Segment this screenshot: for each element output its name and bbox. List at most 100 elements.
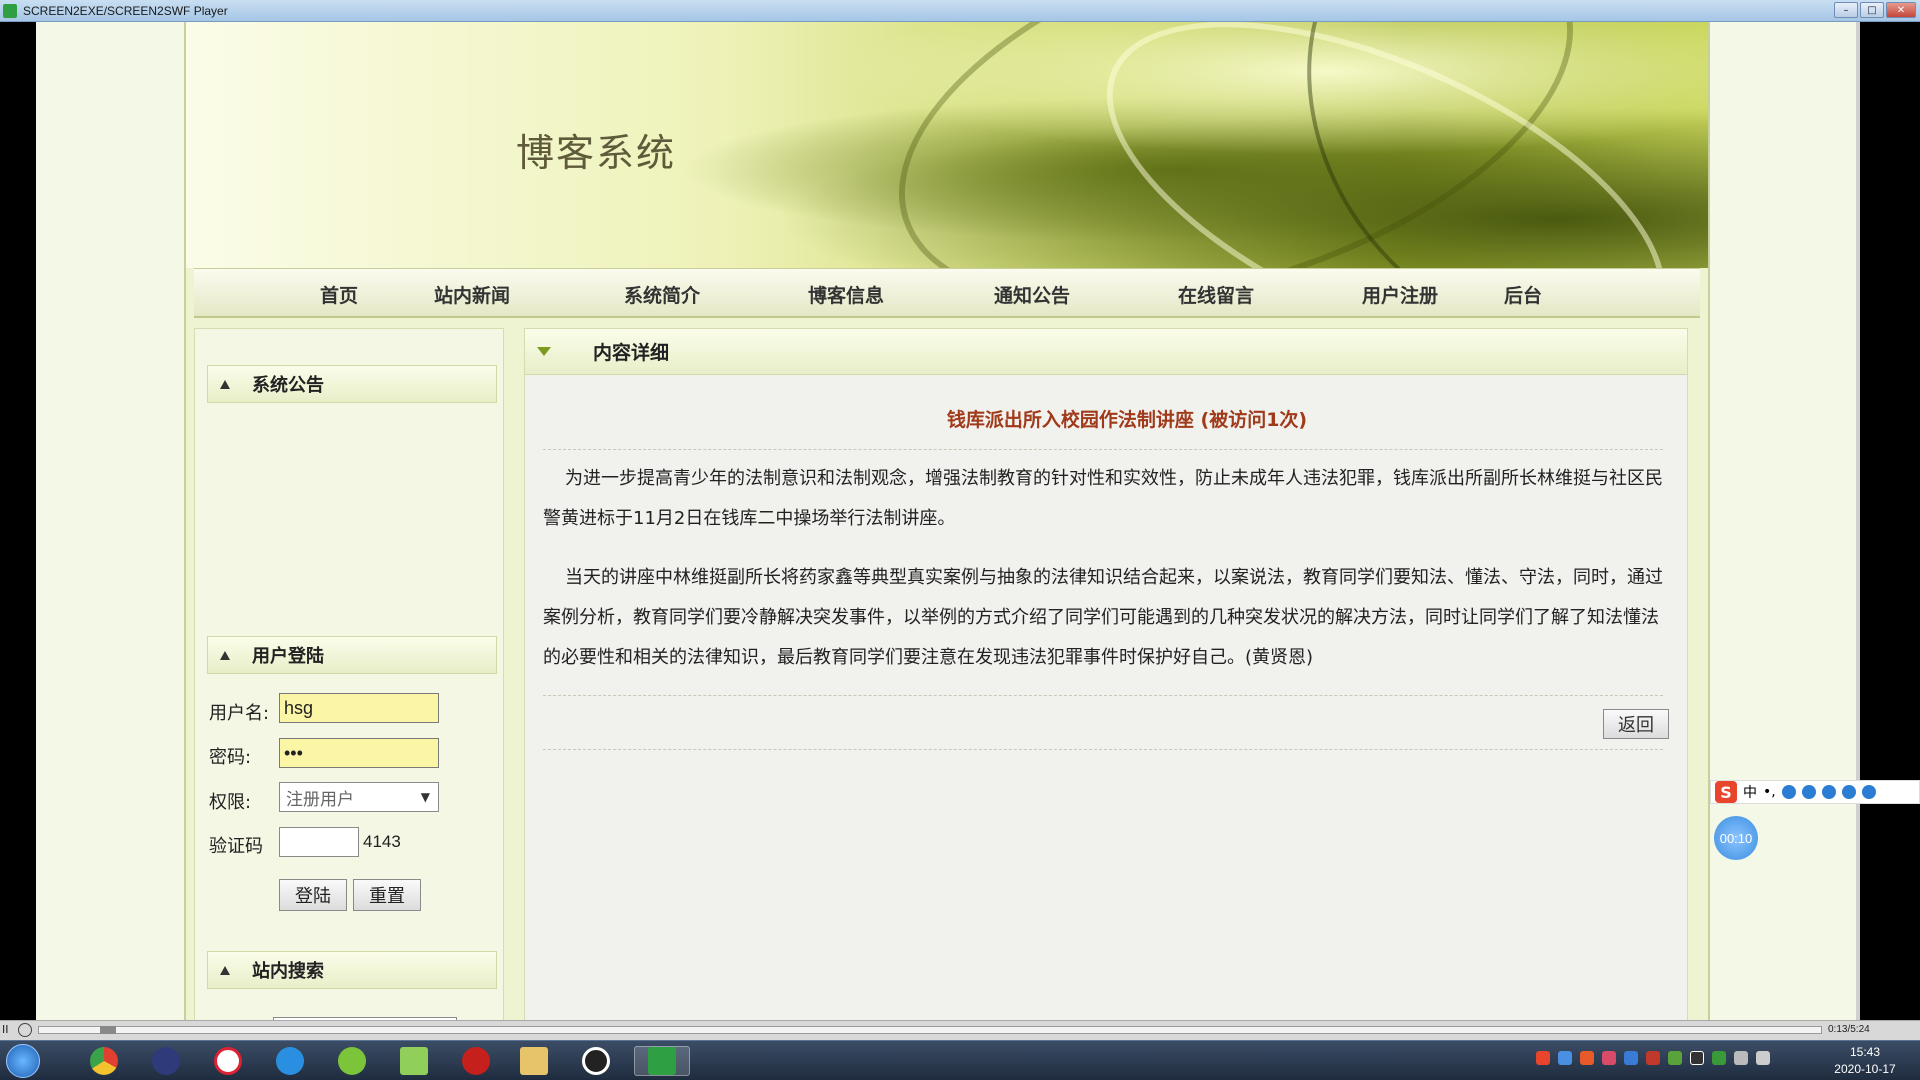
divider [543,695,1663,696]
taskbar-app5[interactable] [330,1046,374,1076]
divider [543,749,1663,750]
timer-bubble[interactable]: 00:10 [1714,816,1758,860]
keyboard-icon[interactable] [1821,785,1836,799]
folder-icon [520,1047,548,1075]
site-banner: 博客系统 [186,22,1708,268]
article-paragraph: 当天的讲座中林维挺副所长将药家鑫等典型真实案例与抽象的法律知识结合起来，以案说法… [543,567,1663,668]
pause-button[interactable]: II [2,1023,16,1037]
tray-alert-icon[interactable] [1646,1051,1660,1065]
sogou-ime-icon[interactable]: S [1715,781,1737,803]
start-button[interactable] [6,1044,40,1078]
minimize-button[interactable]: – [1834,2,1858,18]
nav-item-guestbook[interactable]: 在线留言 [1178,281,1254,308]
chart-app-icon [400,1047,428,1075]
player-right-border [1860,22,1920,1020]
announcement-header[interactable]: 系统公告 [207,365,497,403]
nav-item-blog-info[interactable]: 博客信息 [808,281,884,308]
taskbar-app6[interactable] [392,1046,436,1076]
nav-item-news[interactable]: 站内新闻 [434,281,510,308]
shield-icon[interactable] [1624,1051,1638,1065]
skin-icon[interactable] [1841,785,1856,799]
taskbar-clock[interactable]: 15:43 2020-10-17 [1820,1044,1910,1078]
taskbar-flash[interactable] [454,1046,498,1076]
taskbar-explorer[interactable] [512,1046,556,1076]
ime-toolbar[interactable]: S 中 •, [1710,780,1920,804]
taskbar-app3[interactable] [206,1046,250,1076]
screen2exe-icon [648,1047,676,1075]
site-title: 博客系统 [516,131,677,175]
password-input[interactable]: ••• [279,738,439,768]
browser-icon [276,1047,304,1075]
username-input[interactable] [279,693,439,723]
player-left-border [0,22,36,1020]
taskbar-eclipse[interactable] [144,1046,188,1076]
qq-tray-icon[interactable] [1690,1051,1704,1065]
back-button[interactable]: 返回 [1603,709,1669,739]
page-scrollbar[interactable] [1856,22,1860,1020]
collapse-triangle-icon [220,965,230,975]
player-window-title: SCREEN2EXE/SCREEN2SWF Player [23,3,228,18]
clock-time: 15:43 [1849,1045,1881,1059]
main-nav: 首页 站内新闻 系统简介 博客信息 通知公告 在线留言 用户注册 后台 [194,268,1700,318]
login-header-label: 用户登陆 [252,646,324,667]
taskbar-chrome[interactable] [82,1046,126,1076]
sogou-tray-icon[interactable] [1536,1051,1550,1065]
collapse-triangle-icon [220,379,230,389]
article-paragraph: 为进一步提高青少年的法制意识和法制观念，增强法制教育的针对性和实效性，防止未成年… [543,468,1663,529]
volume-icon[interactable] [1734,1051,1748,1065]
web-page: 博客系统 首页 站内新闻 系统简介 博客信息 通知公告 在线留言 用户注册 后台… [36,22,1860,1020]
action-center-icon[interactable] [1756,1051,1770,1065]
content-panel: 内容详细 钱库派出所入校园作法制讲座 (被访问1次) 为进一步提高青少年的法制意… [524,328,1688,1020]
taskbar-screen2exe[interactable] [634,1046,690,1076]
announcement-header-label: 系统公告 [252,375,324,396]
divider [543,449,1663,450]
role-label: 权限: [209,792,252,813]
ime-punctuation[interactable]: •, [1763,784,1776,800]
search-header[interactable]: 站内搜索 [207,951,497,989]
nav-item-register[interactable]: 用户注册 [1362,281,1438,308]
player-app-icon [3,3,17,18]
stop-icon[interactable] [18,1023,32,1037]
role-select[interactable]: 注册用户 ▼ [279,782,439,812]
role-select-value: 注册用户 [286,789,354,810]
nav-item-admin[interactable]: 后台 [1504,281,1542,308]
content-header-label: 内容详细 [593,342,670,364]
username-label: 用户名: [209,703,270,724]
sidebar: 系统公告 用户登陆 用户名: 密码: ••• 权限: 注册用户 ▼ 验证码 41… [194,328,504,1020]
playback-time: 0:13/5:24 [1828,1024,1870,1035]
nav-item-home[interactable]: 首页 [320,281,358,308]
captcha-input[interactable] [279,827,359,857]
page-container: 博客系统 首页 站内新闻 系统简介 博客信息 通知公告 在线留言 用户注册 后台… [184,22,1710,1020]
microphone-icon[interactable] [1801,785,1816,799]
flash-icon [462,1047,490,1075]
tray-app-icon[interactable] [1712,1051,1726,1065]
expand-triangle-icon [537,347,551,356]
ime-mode[interactable]: 中 [1743,782,1757,802]
taskbar-qq[interactable] [574,1046,618,1076]
captcha-label: 验证码 [209,836,263,857]
login-button[interactable]: 登陆 [279,879,347,911]
menu-grid-icon[interactable] [1861,785,1876,799]
close-button[interactable]: ✕ [1886,2,1916,18]
network-icon[interactable] [1558,1051,1572,1065]
battery-icon[interactable] [1668,1051,1682,1065]
article-title: 钱库派出所入校园作法制讲座 (被访问1次) [946,409,1308,431]
taskbar-browser[interactable] [268,1046,312,1076]
chrome-icon [90,1047,118,1075]
app-tray-icon[interactable] [1602,1051,1616,1065]
nav-item-notices[interactable]: 通知公告 [994,281,1070,308]
collapse-triangle-icon [220,650,230,660]
update-icon[interactable] [1580,1051,1594,1065]
nav-item-about[interactable]: 系统简介 [624,281,700,308]
search-header-label: 站内搜索 [252,961,324,982]
emoji-icon[interactable] [1781,785,1796,799]
qq-penguin-icon [582,1047,610,1075]
reset-button[interactable]: 重置 [353,879,421,911]
login-header[interactable]: 用户登陆 [207,636,497,674]
app-icon [214,1047,242,1075]
progress-thumb[interactable] [100,1026,117,1034]
progress-track[interactable] [38,1026,1822,1034]
maximize-button[interactable]: □ [1860,2,1884,18]
windows-taskbar: 15:43 2020-10-17 [0,1040,1920,1080]
password-label: 密码: [209,747,252,768]
